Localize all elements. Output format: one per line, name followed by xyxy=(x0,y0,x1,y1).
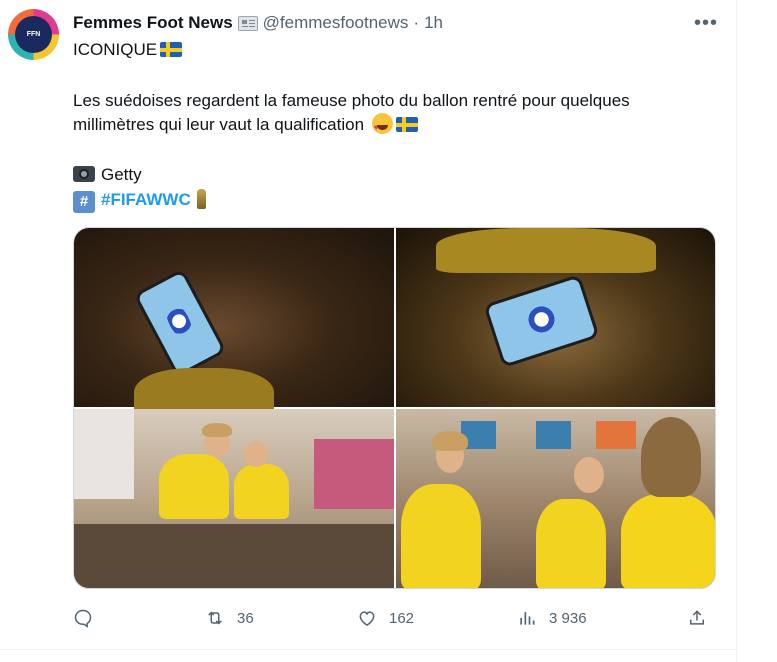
tweet-header: Femmes Foot News @femmesfootnews · 1h xyxy=(73,12,443,34)
tweet-text-body-2: millimètres qui leur vaut la qualificati… xyxy=(73,115,365,134)
bag-shape xyxy=(314,439,394,509)
like-button[interactable]: 162 xyxy=(357,604,414,632)
like-count: 162 xyxy=(389,609,415,627)
jersey-shape xyxy=(436,228,656,273)
player-head xyxy=(244,441,268,467)
player-shape xyxy=(159,454,229,519)
tweet-line-credit: Getty xyxy=(73,163,142,187)
newspaper-icon xyxy=(237,15,258,31)
sweden-flag-icon xyxy=(160,42,183,57)
photo-locker-room-1[interactable] xyxy=(74,409,394,588)
author-handle[interactable]: @femmesfootnews xyxy=(263,13,409,33)
tweet-card[interactable]: FFN Femmes Foot News @femmesfootnews · 1… xyxy=(0,0,737,662)
photo-phone-hands-1[interactable] xyxy=(74,228,394,428)
tweet-line-2: Les suédoises regardent la fameuse photo… xyxy=(73,89,630,113)
views-count: 3 936 xyxy=(549,609,587,627)
player-head xyxy=(574,457,604,493)
trophy-icon xyxy=(196,189,206,209)
tweet-divider xyxy=(0,649,736,650)
more-icon[interactable]: ••• xyxy=(694,12,718,35)
locker-shape xyxy=(536,421,571,449)
photo-phone-hands-2[interactable] xyxy=(396,228,715,407)
towel-shape xyxy=(74,409,134,499)
avatar-label: FFN xyxy=(15,16,52,53)
share-button[interactable] xyxy=(687,604,707,632)
media-grid xyxy=(73,227,716,589)
sweden-flag-icon xyxy=(395,117,418,132)
tweet-actions: 36 162 3 936 xyxy=(73,604,723,632)
hashtag-icon: # xyxy=(73,191,95,213)
phone-image xyxy=(133,268,227,378)
tweet-text-body-1: Les suédoises regardent la fameuse photo… xyxy=(73,91,630,110)
retweet-count: 36 xyxy=(237,609,254,627)
bench-shape xyxy=(74,524,394,588)
player-hair xyxy=(432,431,468,451)
player-shape xyxy=(536,499,606,588)
tweet-line-3: millimètres qui leur vaut la qualificati… xyxy=(73,113,418,140)
player-shape xyxy=(234,464,289,519)
player-hair xyxy=(641,417,701,497)
photo-credit: Getty xyxy=(101,165,142,184)
views-icon xyxy=(520,612,535,625)
tweet-line-hashtag: # #FIFAWWC xyxy=(73,188,206,213)
locker-shape xyxy=(596,421,636,449)
heart-eyes-icon xyxy=(371,113,393,140)
camera-icon xyxy=(73,166,95,182)
photo-locker-room-2[interactable] xyxy=(396,409,715,588)
share-icon xyxy=(690,610,704,625)
player-shape xyxy=(621,494,715,588)
hashtag-link[interactable]: #FIFAWWC xyxy=(101,190,191,209)
player-hair xyxy=(202,423,232,437)
author-name[interactable]: Femmes Foot News xyxy=(73,13,233,33)
tweet-text-iconique: ICONIQUE xyxy=(73,40,158,59)
reply-button[interactable] xyxy=(73,604,105,632)
views-button[interactable]: 3 936 xyxy=(517,604,587,632)
timestamp[interactable]: 1h xyxy=(424,13,443,33)
player-shape xyxy=(401,484,481,588)
tweet-line-1: ICONIQUE xyxy=(73,38,183,62)
retweet-button[interactable]: 36 xyxy=(205,604,254,632)
phone-image xyxy=(483,274,600,368)
retweet-icon xyxy=(208,611,222,625)
avatar[interactable]: FFN xyxy=(8,9,59,60)
reply-icon xyxy=(74,609,92,628)
separator: · xyxy=(413,13,420,32)
like-icon xyxy=(359,611,375,626)
